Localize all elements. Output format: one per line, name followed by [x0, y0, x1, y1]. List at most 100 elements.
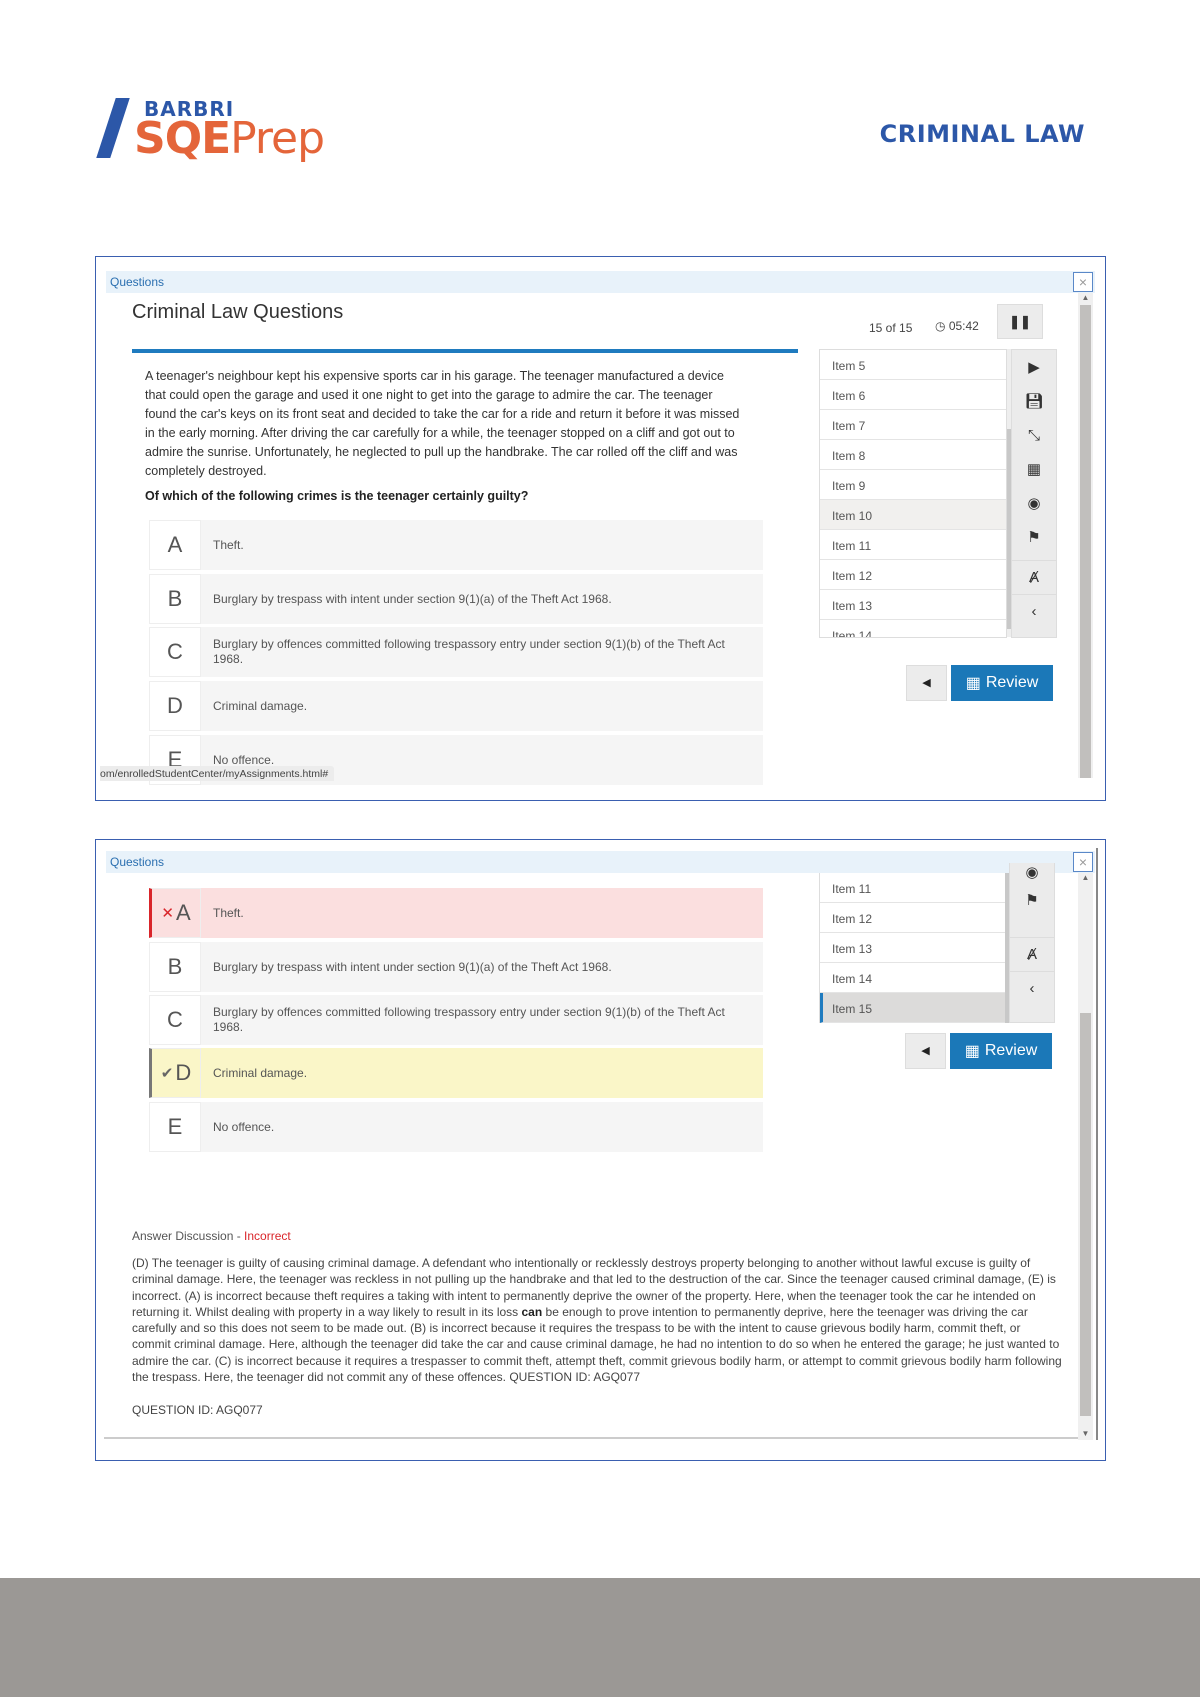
accessibility-icon[interactable]: ◉	[1010, 863, 1054, 883]
answer-option-e[interactable]: E No offence.	[149, 1102, 763, 1152]
logo-sqeprep: SQEPrep	[134, 113, 325, 164]
list-item[interactable]: Item 8	[820, 440, 1006, 470]
calendar-icon: ▦	[965, 675, 981, 692]
vertical-scrollbar[interactable]: ▲	[1078, 293, 1093, 778]
tool-sidebar: ▶ 💾︎ ⤡ ▦ ◉ ⚑ Ⱥ ‹	[1011, 349, 1057, 638]
window-titlebar: Questions	[106, 271, 1095, 293]
answer-option-d[interactable]: D Criminal damage.	[149, 681, 763, 731]
option-letter: C	[149, 995, 201, 1045]
triangle-left-icon: ◀	[921, 1045, 930, 1057]
option-text: Criminal damage.	[213, 698, 308, 713]
option-letter: B	[149, 574, 201, 624]
play-icon[interactable]: ▶	[1012, 350, 1056, 384]
list-item[interactable]: Item 5	[820, 350, 1006, 380]
screenshot-panel-answer: Questions × ✕ A Theft. B Burglary by trespa…	[95, 839, 1106, 1461]
answer-option-b[interactable]: B Burglary by trespass with intent under …	[149, 942, 763, 992]
pause-icon: ❚❚	[1009, 314, 1031, 329]
vertical-scrollbar[interactable]: ▲ ▼	[1078, 873, 1093, 1440]
chevron-left-icon[interactable]: ‹	[1010, 971, 1054, 1005]
answer-discussion-heading: Answer Discussion - Incorrect	[132, 1229, 291, 1243]
scroll-up-arrow[interactable]: ▲	[1078, 293, 1093, 302]
option-text: Theft.	[213, 537, 244, 552]
subject-title: CRIMINAL LAW	[879, 120, 1085, 148]
flag-icon[interactable]: ⚑	[1012, 520, 1056, 554]
option-letter: C	[149, 627, 201, 677]
close-button[interactable]: ×	[1073, 272, 1093, 292]
answer-option-a[interactable]: A Theft.	[149, 520, 763, 570]
option-text: Burglary by trespass with intent under s…	[213, 959, 612, 974]
scroll-thumb[interactable]	[1080, 1013, 1091, 1416]
status-bar-url: om/enrolledStudentCenter/myAssignments.h…	[100, 766, 335, 781]
answer-option-c[interactable]: C Burglary by offences committed followin…	[149, 627, 763, 677]
question-counter: 15 of 15	[869, 321, 913, 335]
accessibility-icon[interactable]: ◉	[1012, 486, 1056, 520]
progress-rule	[132, 349, 798, 353]
window-edge	[1096, 848, 1098, 1440]
list-item[interactable]: Item 11	[820, 873, 1006, 903]
list-item[interactable]: Item 13	[820, 590, 1006, 620]
option-text: Burglary by offences committed following…	[213, 637, 725, 666]
flag-icon[interactable]: ⚑	[1010, 883, 1054, 917]
list-item[interactable]: Item 13	[820, 933, 1006, 963]
list-item[interactable]: Item 9	[820, 470, 1006, 500]
list-item[interactable]: Item 14	[820, 963, 1006, 993]
item-list: Item 11 Item 12 Item 13 Item 14 Item 15	[819, 873, 1007, 1023]
list-item[interactable]: Item 7	[820, 410, 1006, 440]
review-button[interactable]: ▦ Review	[951, 665, 1053, 701]
fullscreen-icon[interactable]: ⤡	[1012, 418, 1056, 452]
answer-option-b[interactable]: B Burglary by trespass with intent under …	[149, 574, 763, 624]
review-label: Review	[984, 1042, 1038, 1059]
timer: ◷ 05:42	[935, 319, 979, 333]
calendar-icon: ▦	[964, 1043, 980, 1060]
list-item[interactable]: Item 12	[820, 903, 1006, 933]
strikethrough-a-icon[interactable]: Ⱥ	[1012, 560, 1056, 594]
scroll-thumb[interactable]	[1080, 305, 1091, 778]
option-text: Theft.	[213, 905, 244, 920]
timer-value: 05:42	[948, 319, 979, 333]
footer-bar	[0, 1578, 1200, 1697]
option-letter: ✕ A	[149, 888, 201, 938]
list-item[interactable]: Item 12	[820, 560, 1006, 590]
list-item[interactable]: Item 14	[820, 620, 1006, 637]
close-button[interactable]: ×	[1073, 852, 1093, 872]
option-text: Criminal damage.	[213, 1065, 308, 1080]
answer-option-c[interactable]: C Burglary by offences committed followin…	[149, 995, 763, 1045]
clock-icon: ◷	[935, 319, 946, 333]
list-item[interactable]: Item 6	[820, 380, 1006, 410]
option-letter: ✔ D	[149, 1048, 201, 1098]
option-letter: E	[149, 1102, 201, 1152]
pause-button[interactable]: ❚❚	[997, 304, 1043, 339]
logo-slash	[96, 98, 130, 158]
option-text: Burglary by trespass with intent under s…	[213, 591, 612, 606]
list-item[interactable]: Item 11	[820, 530, 1006, 560]
scroll-up-arrow[interactable]: ▲	[1078, 873, 1093, 882]
question-prompt: Of which of the following crimes is the …	[145, 489, 529, 503]
option-letter: B	[149, 942, 201, 992]
page-title: Criminal Law Questions	[132, 301, 344, 323]
chevron-left-icon[interactable]: ‹	[1012, 594, 1056, 628]
item-list: Item 5 Item 6 Item 7 Item 8 Item 9 Item …	[819, 349, 1007, 638]
option-letter: A	[149, 520, 201, 570]
question-stem: A teenager's neighbour kept his expensiv…	[145, 369, 740, 478]
list-item[interactable]: Item 10	[820, 500, 1006, 530]
scroll-down-arrow[interactable]: ▼	[1078, 1429, 1093, 1438]
review-button[interactable]: ▦ Review	[950, 1033, 1052, 1069]
calendar-icon[interactable]: ▦	[1012, 452, 1056, 486]
triangle-left-icon: ◀	[922, 677, 931, 689]
answer-option-a[interactable]: ✕ A Theft.	[149, 888, 763, 938]
screenshot-panel-question: Questions × Criminal Law Questions A tee…	[95, 256, 1106, 801]
window-titlebar: Questions	[106, 851, 1095, 873]
previous-button[interactable]: ◀	[905, 1033, 946, 1069]
window-title: Questions	[110, 855, 165, 869]
tool-sidebar: ◉ ⚑ Ⱥ ‹	[1009, 863, 1055, 1023]
option-letter: D	[149, 681, 201, 731]
option-text: No offence.	[213, 1119, 275, 1134]
answer-option-d[interactable]: ✔ D Criminal damage.	[149, 1048, 763, 1098]
list-item-current[interactable]: Item 15	[820, 993, 1006, 1023]
previous-button[interactable]: ◀	[906, 665, 947, 701]
checkmark-icon: ✔	[160, 1065, 174, 1082]
review-label: Review	[985, 674, 1039, 691]
save-icon[interactable]: 💾︎	[1012, 384, 1056, 418]
strikethrough-a-icon[interactable]: Ⱥ	[1010, 937, 1054, 971]
incorrect-x-icon: ✕	[161, 905, 174, 922]
